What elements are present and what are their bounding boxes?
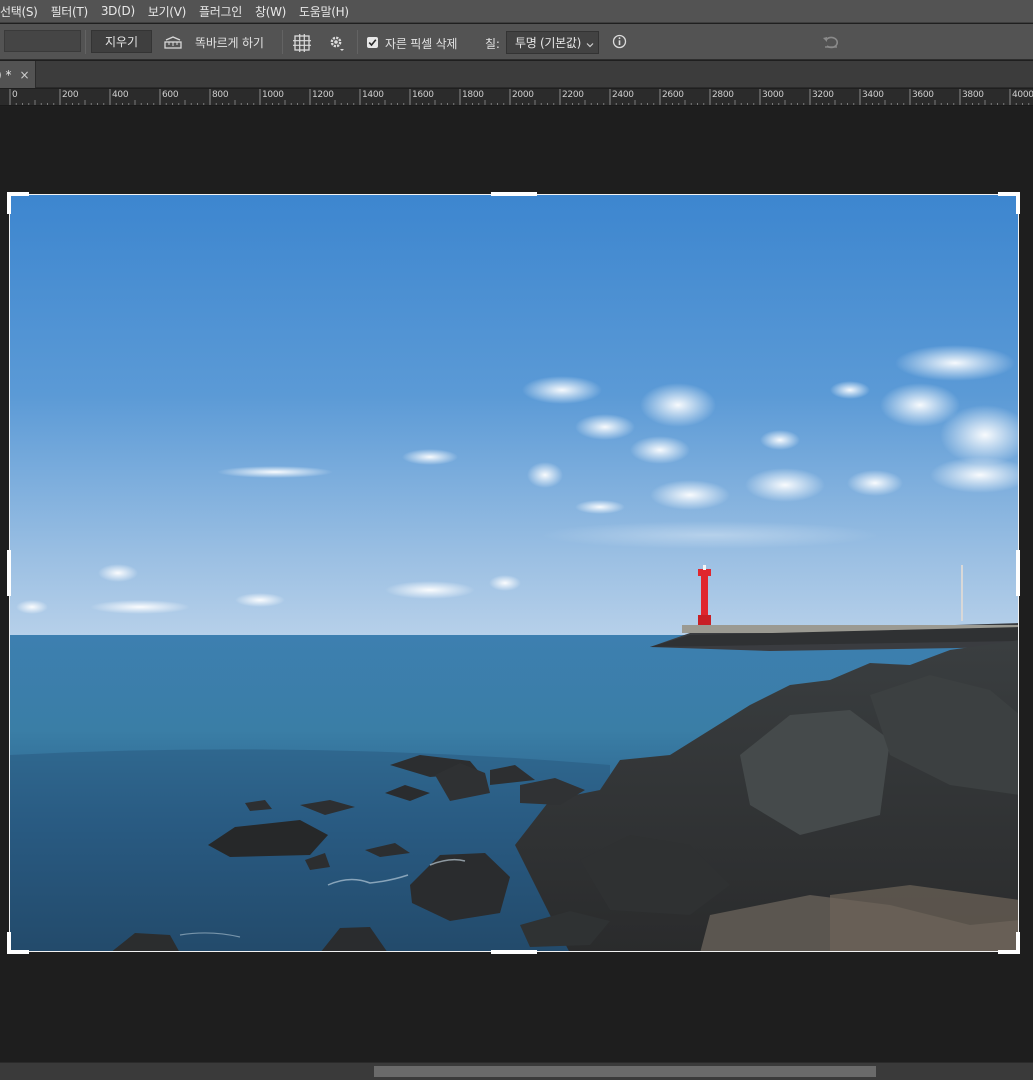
separator	[85, 30, 86, 54]
crop-handle-right[interactable]	[1016, 550, 1020, 596]
menu-filter[interactable]: 필터(T)	[51, 3, 95, 20]
ruler-label: 3600	[912, 90, 934, 100]
ruler-label: 200	[62, 90, 79, 100]
menu-select[interactable]: 선택(S)	[0, 3, 45, 20]
ruler-label: 600	[162, 90, 179, 100]
ruler-label: 2200	[562, 90, 584, 100]
ruler-label: 1200	[312, 90, 334, 100]
document-tab[interactable]: ) * ×	[0, 61, 36, 88]
ruler-label: 2600	[662, 90, 684, 100]
crop-handle-bottom-right[interactable]	[1016, 932, 1020, 954]
crop-handle-bottom[interactable]	[491, 950, 537, 954]
menu-3d[interactable]: 3D(D)	[101, 4, 142, 18]
ruler-label: 2800	[712, 90, 734, 100]
ruler-label: 1800	[462, 90, 484, 100]
menu-window[interactable]: 창(W)	[255, 3, 293, 20]
separator	[282, 30, 283, 54]
chevron-down-icon	[586, 38, 594, 52]
horizontal-ruler[interactable]: 0 200 400 600 800 1000 1200 1400 1600 1800 2000 220…	[0, 89, 1033, 106]
ruler-label: 800	[212, 90, 229, 100]
document-tab-bar: ) * ×	[0, 61, 1033, 88]
ruler-label: 3200	[812, 90, 834, 100]
fill-select[interactable]: 투명 (기본값)	[506, 31, 599, 54]
straighten-icon[interactable]	[163, 34, 183, 50]
ruler-label: 1400	[362, 90, 384, 100]
document-tab-label: ) *	[0, 67, 12, 82]
ruler-label: 2000	[512, 90, 534, 100]
settings-gear-icon[interactable]	[328, 34, 346, 52]
ruler-label: 1600	[412, 90, 434, 100]
horizontal-scrollbar[interactable]	[0, 1062, 1033, 1080]
crop-handle-left[interactable]	[7, 550, 11, 596]
reset-icon[interactable]	[821, 34, 841, 50]
fill-select-value: 투명 (기본값)	[515, 36, 581, 50]
straighten-label[interactable]: 똑바르게 하기	[195, 34, 264, 51]
ruler-label: 4000	[1012, 90, 1033, 100]
ratio-field[interactable]	[4, 30, 81, 52]
menu-bar: 선택(S) 필터(T) 3D(D) 보기(V) 플러그인 창(W) 도움말(H)	[0, 0, 1033, 23]
clear-button[interactable]: 지우기	[91, 30, 152, 53]
menu-plugins[interactable]: 플러그인	[199, 3, 249, 20]
crop-handle-bottom-left[interactable]	[7, 932, 11, 954]
fill-label: 칠:	[485, 37, 500, 51]
ruler-label: 0	[12, 90, 18, 100]
ruler-label: 2400	[612, 90, 634, 100]
ruler-label: 400	[112, 90, 129, 100]
close-icon[interactable]: ×	[20, 68, 30, 82]
info-icon[interactable]	[612, 34, 627, 49]
crop-handle-top[interactable]	[491, 192, 537, 196]
scrollbar-thumb[interactable]	[374, 1066, 876, 1077]
menu-view[interactable]: 보기(V)	[148, 3, 193, 20]
ruler-label: 3800	[962, 90, 984, 100]
delete-cropped-label[interactable]: 자른 픽셀 삭제	[385, 35, 457, 52]
separator	[357, 30, 358, 54]
delete-cropped-checkbox[interactable]	[367, 37, 378, 48]
crop-handle-top-left[interactable]	[7, 192, 11, 214]
menu-help[interactable]: 도움말(H)	[299, 3, 356, 20]
photo-image[interactable]	[9, 194, 1019, 952]
ruler-label: 1000	[262, 90, 284, 100]
crop-handle-top-right[interactable]	[1016, 192, 1020, 214]
ruler-label: 3400	[862, 90, 884, 100]
grid-overlay-icon[interactable]	[293, 34, 311, 52]
ruler-label: 3000	[762, 90, 784, 100]
